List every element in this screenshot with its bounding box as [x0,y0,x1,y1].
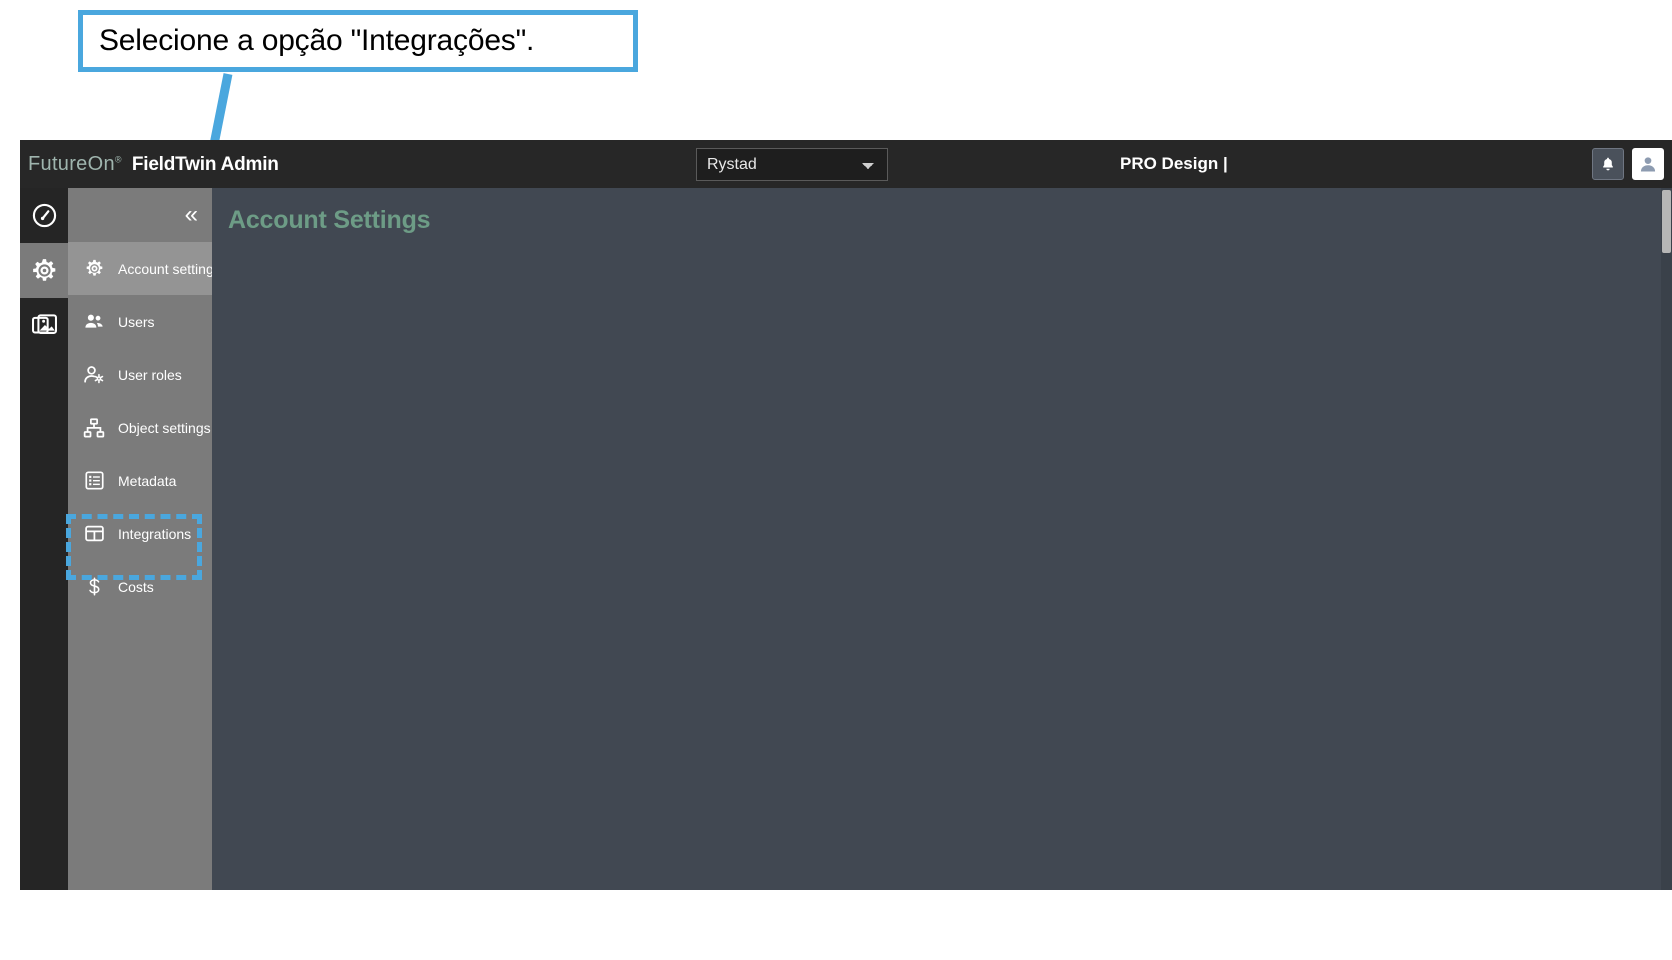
annotation-callout-text: Selecione a opção "Integrações". [99,24,535,57]
bell-icon [1603,157,1613,171]
sidebar-item-label: Integrations [118,525,192,542]
main-content: Account Settings [212,188,1672,890]
rail-item-gallery[interactable] [20,298,68,353]
table-icon [82,522,106,546]
dollar-icon [82,575,106,599]
sidebar-collapse-row: « [68,188,212,242]
user-gear-icon [82,363,106,387]
gear-icon [82,257,106,281]
sidebar-item-label: User roles [118,366,182,383]
sidebar-item-user-roles[interactable]: User roles [68,348,212,401]
sidebar-item-costs[interactable]: Costs [68,560,212,613]
notifications-button[interactable] [1592,148,1624,180]
sidebar-item-label: Costs [118,578,154,595]
sitemap-icon [82,416,106,440]
sidebar-item-object-settings[interactable]: Object settings [68,401,212,454]
sidebar-item-users[interactable]: Users [68,295,212,348]
content-scrollbar-thumb[interactable] [1662,190,1671,253]
page-bottom-margin [0,890,1672,960]
user-avatar-button[interactable] [1632,148,1664,180]
brand: FutureOn® FieldTwin Admin [20,153,279,176]
sidebar-item-label: Account settings [118,260,221,277]
futureon-logo: FutureOn® [28,153,122,176]
top-actions [1592,140,1664,188]
sidebar-item-label: Users [118,313,155,330]
images-icon [31,314,57,334]
users-icon [82,310,106,334]
screenshot-root: Selecione a opção "Integrações". FutureO… [0,0,1672,960]
gear-icon [32,259,55,281]
collapse-sidebar-button[interactable]: « [185,203,198,227]
icon-rail [20,188,68,890]
sidebar-item-metadata[interactable]: Metadata [68,454,212,507]
futureon-logo-text: FutureOn [28,152,115,175]
project-label: PRO Design | [1120,154,1228,173]
top-header-bar: FutureOn® FieldTwin Admin Rystad PRO Des… [20,140,1672,188]
sidebar-item-integrations[interactable]: Integrations [68,507,212,560]
sidebar-item-label: Metadata [118,472,177,489]
rail-item-settings[interactable] [20,243,68,298]
rail-item-dashboard[interactable] [20,188,68,243]
application-window: FutureOn® FieldTwin Admin Rystad PRO Des… [20,140,1672,890]
account-selector[interactable]: Rystad [696,148,888,181]
gauge-icon [32,203,56,228]
registered-mark: ® [114,153,122,164]
list-icon [82,469,106,493]
annotation-callout: Selecione a opção "Integrações". [78,10,638,72]
sidebar-item-label: Object settings [118,419,211,436]
app-title: FieldTwin Admin [131,153,279,175]
user-avatar-icon [1640,157,1656,172]
content-scrollbar[interactable] [1661,188,1672,890]
page-title: Account Settings [228,206,431,234]
sidebar-item-account-settings[interactable]: Account settings [68,242,221,295]
settings-sidebar: « Account settings Users User roles Obje… [68,188,221,890]
